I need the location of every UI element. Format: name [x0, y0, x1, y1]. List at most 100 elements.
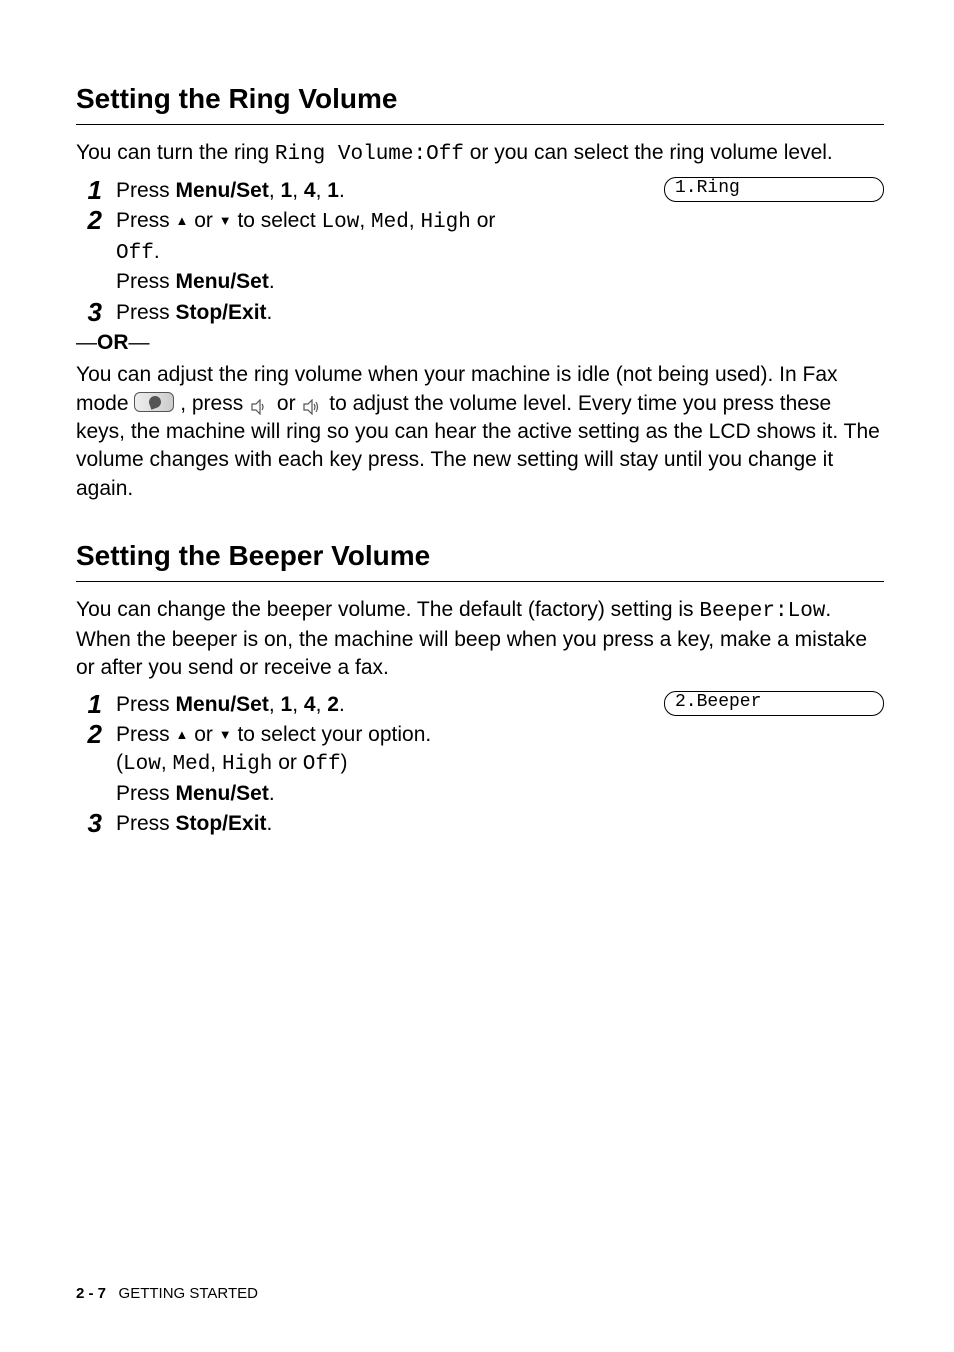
up-arrow-icon: ▲ — [176, 213, 189, 228]
key-4: 4 — [304, 693, 316, 716]
up-arrow-icon: ▲ — [176, 727, 189, 742]
text: . — [269, 782, 275, 805]
key-4: 4 — [304, 179, 316, 202]
idle-paragraph: You can adjust the ring volume when your… — [76, 361, 884, 503]
key-menu-set: Menu/Set — [176, 270, 269, 293]
text: or you can select the ring volume level. — [464, 141, 833, 164]
text: . — [267, 301, 273, 324]
step-text: Press Stop/Exit. — [116, 810, 536, 838]
down-arrow-icon: ▼ — [219, 727, 232, 742]
text: to select your option. — [232, 723, 432, 746]
text: Press — [116, 209, 176, 232]
step-text: Press ▲ or ▼ to select your option. (Low… — [116, 721, 536, 808]
option-med: Med — [172, 753, 210, 776]
key-stop-exit: Stop/Exit — [176, 812, 267, 835]
step-text: Press ▲ or ▼ to select Low, Med, High or… — [116, 207, 536, 296]
step-text: Press Stop/Exit. — [116, 299, 536, 327]
text: Press — [116, 179, 176, 202]
key-menu-set: Menu/Set — [176, 782, 269, 805]
text: , — [292, 693, 304, 716]
intro-paragraph: You can turn the ring Ring Volume:Off or… — [76, 139, 884, 169]
text: Press — [116, 693, 176, 716]
text: Press — [116, 270, 176, 293]
text: or — [188, 723, 218, 746]
option-high: High — [222, 753, 272, 776]
step-3: 3 Press Stop/Exit. — [76, 810, 884, 838]
text: , — [269, 693, 281, 716]
text: , — [161, 751, 173, 774]
text: ) — [341, 751, 348, 774]
text: , — [316, 693, 328, 716]
text: or — [272, 751, 302, 774]
lcd-text-inline: Ring Volume:Off — [275, 143, 464, 166]
step-1: 1 Press Menu/Set, 1, 4, 1. 1.Ring — [76, 177, 884, 205]
text: . — [269, 270, 275, 293]
option-med: Med — [371, 211, 409, 234]
text: . — [339, 693, 345, 716]
text: or — [471, 209, 496, 232]
heading-beeper-volume: Setting the Beeper Volume — [76, 537, 884, 575]
fax-mode-icon — [134, 392, 174, 412]
text: Press — [116, 301, 176, 324]
text: , — [359, 209, 371, 232]
text: . — [154, 240, 160, 263]
key-menu-set: Menu/Set — [176, 179, 269, 202]
speaker-low-icon — [251, 395, 269, 411]
key-1: 1 — [281, 179, 293, 202]
text: ( — [116, 751, 123, 774]
chapter-title: GETTING STARTED — [119, 1285, 258, 1302]
divider — [76, 124, 884, 125]
text: Press — [116, 723, 176, 746]
key-1: 1 — [281, 693, 293, 716]
section-ring-volume: Setting the Ring Volume You can turn the… — [76, 80, 884, 503]
text: , — [316, 179, 328, 202]
text: , — [292, 179, 304, 202]
text: . — [267, 812, 273, 835]
or-separator: —OR— — [76, 329, 884, 357]
or-label: OR — [97, 331, 129, 354]
step-2: 2 Press ▲ or ▼ to select Low, Med, High … — [76, 207, 884, 296]
text: to select — [232, 209, 322, 232]
text: , — [210, 751, 222, 774]
step-2: 2 Press ▲ or ▼ to select your option. (L… — [76, 721, 884, 808]
option-high: High — [420, 211, 470, 234]
step-3: 3 Press Stop/Exit. — [76, 299, 884, 327]
option-low: Low — [322, 211, 360, 234]
key-menu-set: Menu/Set — [176, 693, 269, 716]
step-number: 2 — [76, 721, 116, 747]
step-number: 1 — [76, 177, 116, 203]
text: Press — [116, 782, 176, 805]
text: Press — [116, 812, 176, 835]
text: You can turn the ring — [76, 141, 275, 164]
text: , — [409, 209, 421, 232]
text: or — [271, 392, 301, 415]
key-stop-exit: Stop/Exit — [176, 301, 267, 324]
intro-paragraph: You can change the beeper volume. The de… — [76, 596, 884, 683]
text: . — [339, 179, 345, 202]
text: You can change the beeper volume. The de… — [76, 598, 699, 621]
page-footer: 2 - 7 GETTING STARTED — [76, 1284, 258, 1304]
step-text: Press Menu/Set, 1, 4, 2. — [116, 691, 536, 719]
text: , press — [174, 392, 249, 415]
text: , — [269, 179, 281, 202]
option-off: Off — [116, 242, 154, 265]
section-beeper-volume: Setting the Beeper Volume You can change… — [76, 537, 884, 839]
text: or — [188, 209, 218, 232]
lcd-text-inline: Beeper:Low — [699, 600, 825, 623]
step-number: 3 — [76, 810, 116, 836]
speaker-high-icon — [303, 395, 321, 411]
lcd-display-wrapper: 1.Ring — [624, 177, 884, 205]
lcd-display: 1.Ring — [664, 177, 884, 202]
step-text: Press Menu/Set, 1, 4, 1. — [116, 177, 536, 205]
heading-ring-volume: Setting the Ring Volume — [76, 80, 884, 118]
step-number: 3 — [76, 299, 116, 325]
key-1: 1 — [327, 179, 339, 202]
step-1: 1 Press Menu/Set, 1, 4, 2. 2.Beeper — [76, 691, 884, 719]
option-low: Low — [123, 753, 161, 776]
page-number: 2 - 7 — [76, 1285, 106, 1302]
down-arrow-icon: ▼ — [219, 213, 232, 228]
step-number: 1 — [76, 691, 116, 717]
lcd-display: 2.Beeper — [664, 691, 884, 716]
lcd-display-wrapper: 2.Beeper — [624, 691, 884, 719]
step-number: 2 — [76, 207, 116, 233]
